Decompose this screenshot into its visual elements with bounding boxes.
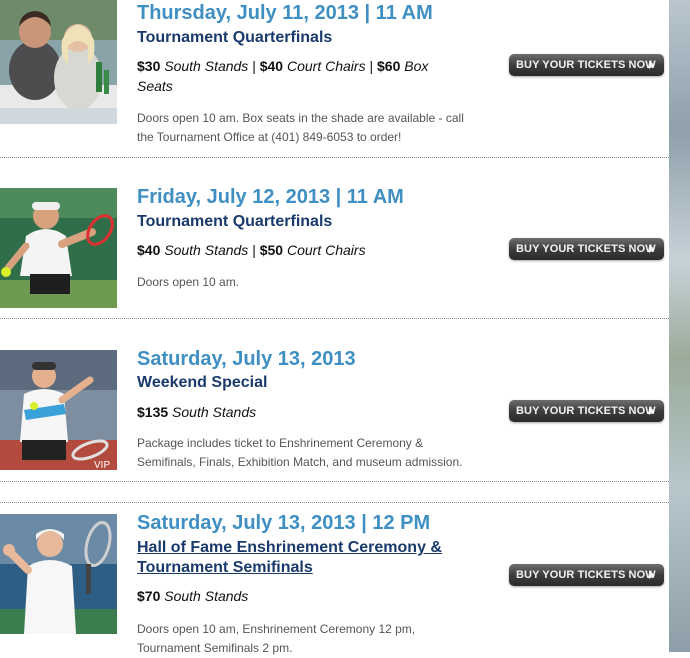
event-row: Saturday, July 13, 2013 | 12 PM Hall of … [0,504,669,655]
right-background-strip [669,0,690,652]
price-amount: $30 [137,58,161,74]
event-title: Tournament Quarterfinals [137,213,333,230]
price-seat-type: South Stands [172,404,257,420]
price-separator: | [252,242,256,258]
event-description: Package includes ticket to Enshrinement … [137,436,463,469]
buy-tickets-button[interactable]: BUY YOUR TICKETS NOW [509,54,664,76]
event-date: Thursday, July 11, 2013 | 11 AM [137,2,433,24]
event-photo-young-player: VIP [0,350,117,470]
price-amount: $50 [259,242,284,258]
buy-tickets-label: BUY YOUR TICKETS NOW [516,243,656,255]
event-prices: $40 South Stands | $50 Court Chairs [137,240,457,260]
buy-tickets-label: BUY YOUR TICKETS NOW [516,59,656,71]
event-photo-male-player [0,188,117,308]
price-amount: $135 [137,404,169,420]
buy-tickets-button[interactable]: BUY YOUR TICKETS NOW [509,400,664,422]
event-date: Friday, July 12, 2013 | 11 AM [137,186,404,208]
play-arrow-icon [649,245,655,253]
play-arrow-icon [649,407,655,415]
event-divider [0,481,669,482]
buy-tickets-button[interactable]: BUY YOUR TICKETS NOW [509,564,664,586]
event-date: Saturday, July 13, 2013 [137,348,356,370]
event-row: Thursday, July 11, 2013 | 11 AM Tourname… [0,0,669,160]
price-seat-type: Court Chairs [286,58,366,74]
price-seat-type: South Stands [164,58,249,74]
event-prices: $135 South Stands [137,402,457,422]
buy-tickets-label: BUY YOUR TICKETS NOW [516,569,656,581]
event-prices: $70 South Stands [137,586,457,606]
event-description: Doors open 10 am, Enshrinement Ceremony … [137,622,416,655]
event-row: VIP Saturday, July 13, 2013 Weekend Spec… [0,340,669,490]
event-title: Tournament Quarterfinals [137,29,333,46]
play-arrow-icon [649,61,655,69]
price-seat-type: South Stands [164,242,249,258]
event-description: Doors open 10 am. [137,275,240,289]
price-amount: $60 [377,58,401,74]
buy-tickets-button[interactable]: BUY YOUR TICKETS NOW [509,238,664,260]
price-amount: $70 [137,588,161,604]
price-seat-type: Court Chairs [286,242,366,258]
event-row: Friday, July 12, 2013 | 11 AM Tournament… [0,178,669,318]
price-separator: | [369,58,374,74]
price-amount: $40 [137,242,161,258]
play-arrow-icon [649,571,655,579]
event-description: Doors open 10 am. Box seats in the shade… [137,111,464,144]
event-date: Saturday, July 13, 2013 | 12 PM [137,512,431,534]
event-photo-female-player [0,514,117,634]
price-separator: | [252,58,256,74]
price-seat-type: South Stands [164,588,249,604]
event-title: Weekend Special [137,374,268,391]
event-prices: $30 South Stands | $40 Court Chairs | $6… [137,56,457,96]
buy-tickets-label: BUY YOUR TICKETS NOW [516,405,656,417]
event-title-link[interactable]: Hall of Fame Enshrinement Ceremony & [137,538,442,558]
event-title-link[interactable]: Tournament Semifinals [137,558,313,578]
event-photo-spectators [0,0,117,124]
event-divider [0,318,669,319]
event-divider [0,502,669,503]
event-divider [0,157,669,158]
price-amount: $40 [259,58,284,74]
photo-banner-text: VIP [94,460,110,470]
